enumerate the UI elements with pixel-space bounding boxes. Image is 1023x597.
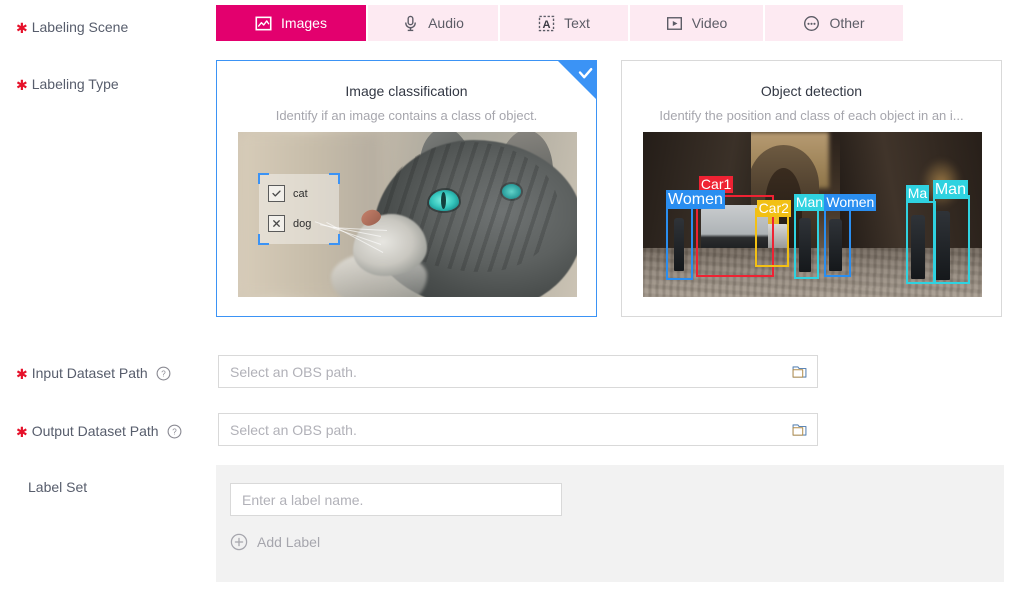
type-card-description: Identify if an image contains a class of… xyxy=(275,108,538,123)
bbox-tag-man-2: Man xyxy=(932,179,968,199)
input-dataset-path-row: ✱ Input Dataset Path ? xyxy=(16,363,171,383)
type-card-object-detection[interactable]: Object detection Identify the position a… xyxy=(621,60,1002,317)
bbox-tag-women-1: Women xyxy=(666,189,725,209)
tab-audio-label: Audio xyxy=(428,15,464,31)
input-dataset-path-label: ✱ Input Dataset Path ? xyxy=(16,363,171,383)
bbox-tag-ma: Ma xyxy=(905,184,930,202)
overlay-label-dog-text: dog xyxy=(293,217,312,230)
type-card-image-classification[interactable]: Image classification Identify if an imag… xyxy=(216,60,597,317)
svg-text:?: ? xyxy=(161,369,166,378)
label-set-label-text: Label Set xyxy=(28,479,88,495)
output-dataset-path-label-text: Output Dataset Path xyxy=(31,423,159,439)
add-label-text: Add Label xyxy=(257,534,321,550)
overlay-label-cat: cat xyxy=(268,185,308,202)
tab-other-label: Other xyxy=(829,15,865,31)
svg-text:?: ? xyxy=(172,427,177,436)
overlay-label-cat-text: cat xyxy=(293,187,308,200)
tab-text-label: Text xyxy=(564,15,590,31)
required-asterisk: ✱ xyxy=(16,424,28,440)
image-icon xyxy=(255,16,272,30)
tab-images[interactable]: Images xyxy=(216,5,368,41)
class-label-overlay: cat dog xyxy=(258,173,340,245)
label-set-row: Label Set xyxy=(28,477,87,497)
svg-text:A: A xyxy=(543,18,551,30)
label-name-field[interactable] xyxy=(230,483,562,516)
corner-bracket-icon xyxy=(329,173,340,184)
tab-text[interactable]: A Text xyxy=(500,5,630,41)
bbox-tag-man-1: Man xyxy=(793,193,826,211)
object-detection-preview: Car1 Women Car2 Man Women Ma Man xyxy=(643,132,982,297)
required-asterisk: ✱ xyxy=(16,20,28,36)
bbox-man-2 xyxy=(932,194,971,284)
bbox-women-1 xyxy=(666,204,694,281)
label-set-label: Label Set xyxy=(28,477,87,497)
required-asterisk: ✱ xyxy=(16,366,28,382)
labeling-scene-tabs[interactable]: Images Audio A Text Video Other xyxy=(216,5,903,41)
ellipsis-circle-icon xyxy=(804,15,820,31)
type-card-description: Identify the position and class of each … xyxy=(659,108,964,123)
check-icon xyxy=(558,61,596,99)
input-dataset-path-field[interactable] xyxy=(218,355,818,388)
input-dataset-path-input[interactable] xyxy=(219,356,817,387)
output-dataset-path-label: ✱ Output Dataset Path ? xyxy=(16,421,182,441)
plus-circle-icon xyxy=(230,533,248,551)
label-name-input[interactable] xyxy=(231,484,561,515)
labeling-type-cards: Image classification Identify if an imag… xyxy=(216,60,1002,317)
tab-video[interactable]: Video xyxy=(630,5,765,41)
folder-icon[interactable] xyxy=(791,421,808,438)
folder-icon[interactable] xyxy=(791,363,808,380)
labeling-type-row: ✱ Labeling Type xyxy=(16,74,119,94)
labeling-type-label-text: Labeling Type xyxy=(31,76,119,92)
tab-video-label: Video xyxy=(691,15,728,31)
bbox-tag-women-2: Women xyxy=(824,193,877,211)
overlay-label-dog: dog xyxy=(268,215,311,232)
bbox-tag-car2: Car2 xyxy=(756,200,791,218)
check-icon xyxy=(268,185,285,202)
corner-bracket-icon xyxy=(258,234,269,245)
bbox-man-1 xyxy=(793,207,820,279)
question-circle-icon[interactable]: ? xyxy=(167,424,182,439)
street-photo: Car1 Women Car2 Man Women Ma Man xyxy=(643,132,982,297)
dataset-creation-form: ✱ Labeling Scene Images Audio A Text Vid… xyxy=(0,0,1023,597)
labeling-scene-label: ✱ Labeling Scene xyxy=(16,17,128,37)
text-a-icon: A xyxy=(538,15,555,31)
output-dataset-path-field[interactable] xyxy=(218,413,818,446)
close-icon xyxy=(268,215,285,232)
type-card-title: Object detection xyxy=(760,83,863,99)
required-asterisk: ✱ xyxy=(16,77,28,93)
labeling-type-label: ✱ Labeling Type xyxy=(16,74,119,94)
tab-other[interactable]: Other xyxy=(765,5,903,41)
image-classification-preview: cat dog xyxy=(238,132,577,297)
input-dataset-path-label-text: Input Dataset Path xyxy=(31,365,148,381)
bbox-ma xyxy=(905,201,937,284)
question-circle-icon[interactable]: ? xyxy=(156,366,171,381)
corner-bracket-icon xyxy=(258,173,269,184)
tab-audio[interactable]: Audio xyxy=(368,5,500,41)
labeling-scene-label-text: Labeling Scene xyxy=(31,19,129,35)
label-set-panel: Add Label xyxy=(216,465,1004,582)
output-dataset-path-input[interactable] xyxy=(219,414,817,445)
labeling-scene-row: ✱ Labeling Scene xyxy=(16,17,128,37)
tab-images-label: Images xyxy=(281,15,327,31)
corner-bracket-icon xyxy=(329,234,340,245)
video-play-icon xyxy=(666,16,682,30)
add-label-button[interactable]: Add Label xyxy=(230,533,320,551)
type-card-title: Image classification xyxy=(345,83,468,99)
output-dataset-path-row: ✱ Output Dataset Path ? xyxy=(16,421,182,441)
microphone-icon xyxy=(405,15,416,31)
bbox-women-2 xyxy=(824,207,852,278)
